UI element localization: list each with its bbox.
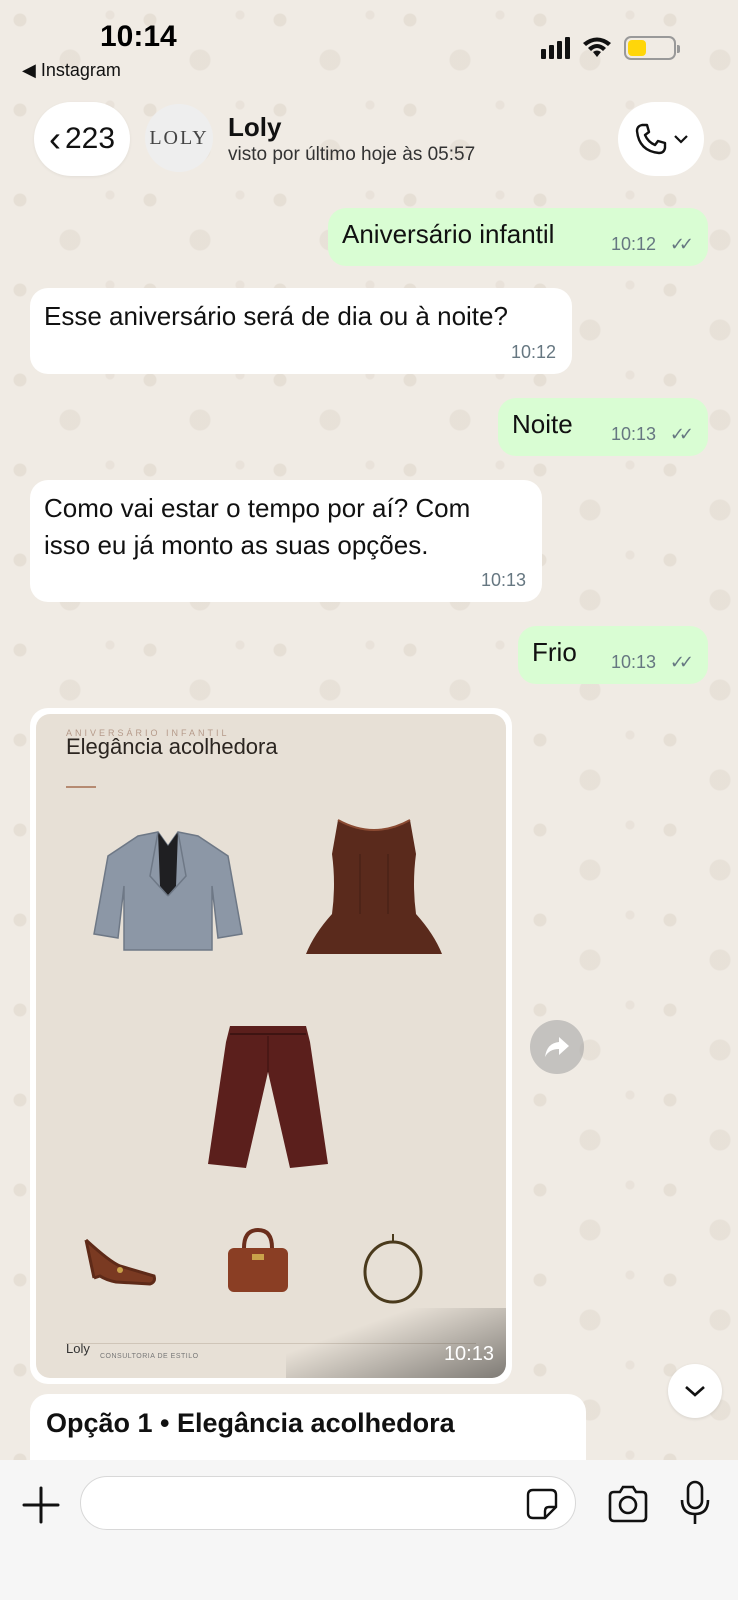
chevron-down-icon	[674, 135, 688, 144]
sticker-icon[interactable]	[525, 1487, 559, 1521]
back-button[interactable]: ‹ 223	[34, 102, 130, 176]
read-receipt-icon: ✓✓	[669, 424, 694, 445]
message-time: 10:13	[610, 652, 656, 673]
contact-last-seen: visto por último hoje às 05:57	[228, 144, 476, 165]
message-time: 10:13	[480, 570, 526, 591]
message-composer	[0, 1460, 738, 1600]
camera-icon[interactable]	[606, 1484, 650, 1524]
handbag-item	[228, 1227, 288, 1292]
image-brand: Loly	[66, 1341, 90, 1356]
chat-header: ‹ 223 LOLY Loly visto por último hoje às…	[0, 100, 738, 180]
cellular-signal-icon	[541, 37, 570, 59]
scroll-to-bottom-button[interactable]	[668, 1364, 722, 1418]
outfit-image[interactable]: ANIVERSÁRIO INFANTIL Elegância acolhedor…	[36, 714, 506, 1378]
phone-icon	[635, 123, 667, 155]
message-incoming[interactable]: Esse aniversário será de dia ou à noite?…	[30, 288, 572, 374]
contact-avatar[interactable]: LOLY	[145, 104, 213, 172]
wide-trousers-item	[208, 1026, 328, 1168]
call-button[interactable]	[618, 102, 704, 176]
image-title: Elegância acolhedora	[66, 734, 278, 759]
message-incoming[interactable]: Como vai estar o tempo por aí? Com isso …	[30, 480, 542, 602]
wifi-icon	[583, 37, 611, 57]
message-text: Como vai estar o tempo por aí? Com isso …	[44, 493, 471, 560]
message-time: 10:13	[610, 424, 656, 445]
contact-name[interactable]: Loly	[228, 112, 281, 143]
back-to-instagram-link[interactable]: ◀ Instagram	[22, 60, 121, 81]
blazer-item	[93, 831, 243, 951]
message-outgoing[interactable]: Noite 10:13 ✓✓	[498, 398, 708, 456]
message-outgoing[interactable]: Frio 10:13 ✓✓	[518, 626, 708, 684]
microphone-icon[interactable]	[680, 1480, 710, 1526]
message-time: 10:12	[610, 234, 656, 255]
message-text: Frio	[532, 637, 577, 667]
slingback-heels-item	[84, 1238, 156, 1286]
peplum-top-item	[306, 819, 442, 954]
title-divider	[66, 786, 96, 788]
chevron-left-icon: ‹	[48, 118, 61, 159]
necklace-item	[363, 1234, 423, 1304]
message-time: 10:13	[443, 1343, 494, 1365]
unread-count: 223	[64, 122, 116, 155]
message-time: 10:12	[510, 342, 556, 363]
message-text: Aniversário infantil	[342, 219, 555, 249]
message-incoming-caption[interactable]: Opção 1 • Elegância acolhedora	[30, 1394, 586, 1460]
forward-button[interactable]	[530, 1020, 584, 1074]
status-bar: 10:14 ◀ Instagram	[0, 0, 738, 90]
plus-icon[interactable]	[20, 1484, 62, 1526]
image-message[interactable]: ANIVERSÁRIO INFANTIL Elegância acolhedor…	[30, 708, 512, 1384]
status-time: 10:14	[100, 20, 177, 53]
chevron-down-icon	[685, 1386, 705, 1397]
message-outgoing[interactable]: Aniversário infantil 10:12 ✓✓	[328, 208, 708, 266]
image-brand-sub: CONSULTORIA DE ESTILO	[100, 1353, 199, 1360]
battery-icon	[624, 36, 680, 60]
status-icons	[541, 36, 680, 60]
forward-arrow-icon	[545, 1037, 569, 1057]
message-input[interactable]	[80, 1476, 576, 1530]
read-receipt-icon: ✓✓	[669, 652, 694, 673]
message-text: Noite	[512, 409, 573, 439]
message-text: Esse aniversário será de dia ou à noite?	[44, 301, 508, 331]
read-receipt-icon: ✓✓	[669, 234, 694, 255]
